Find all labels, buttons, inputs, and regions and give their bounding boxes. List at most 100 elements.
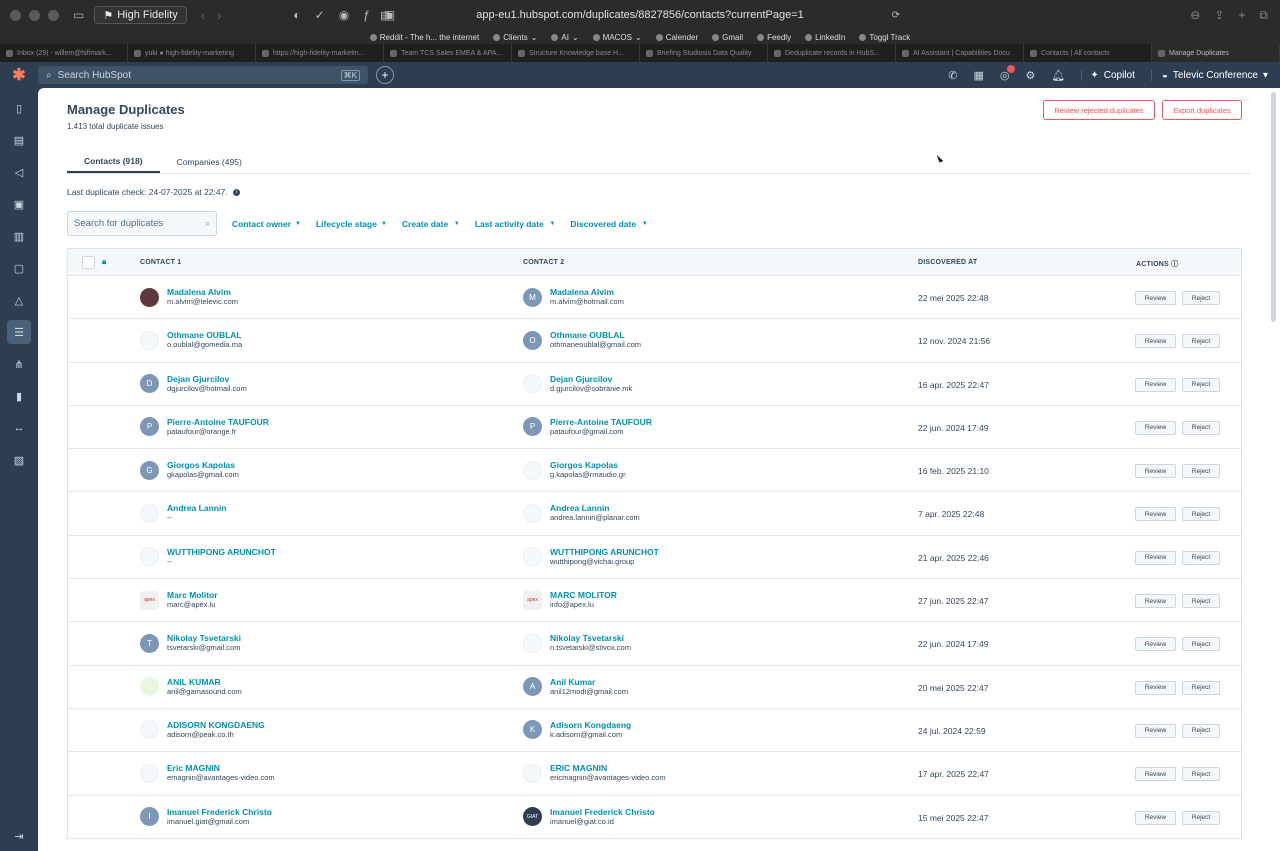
automation-nav-icon[interactable]: △ [7,288,31,312]
contact2-name-link[interactable]: Imanuel Frederick Christo [550,807,655,817]
review-button[interactable]: Review [1135,334,1176,349]
info-icon[interactable]: ⓘ [1171,261,1178,268]
tab-overview-icon[interactable]: ⧉ [1259,8,1268,23]
reject-button[interactable]: Reject [1182,334,1220,349]
review-button[interactable]: Review [1135,507,1176,522]
contact1-name-link[interactable]: Othmane OUBLAL [167,330,242,340]
contact2-name-link[interactable]: MARC MOLITOR [550,590,617,600]
contact2-name-link[interactable]: Madalena Alvim [550,287,624,297]
contact1-name-link[interactable]: Madalena Alvim [167,287,238,297]
contact1-name-link[interactable]: Dejan Gjurcilov [167,374,247,384]
review-rejected-button[interactable]: Review rejected duplicates [1043,100,1155,120]
bookmark-item[interactable]: Reddit - The h... the internet [369,33,479,42]
contact2-name-link[interactable]: Othmane OUBLAL [550,330,641,340]
scrollbar[interactable] [1271,92,1276,322]
settings-icon[interactable]: ⚙ [1026,69,1036,82]
browser-tab[interactable]: Contacts | All contacts [1024,44,1152,62]
bookmark-item[interactable]: LinkedIn [805,33,845,42]
review-button[interactable]: Review [1135,464,1176,479]
page-settings-icon[interactable]: ▤ [380,9,390,22]
browser-tab[interactable]: Team TCS Sales EMEA & APA... [384,44,512,62]
browser-tab[interactable]: https://high-fidelity-marketin... [256,44,384,62]
check-icon[interactable]: ✓ [315,8,325,22]
reject-button[interactable]: Reject [1182,507,1220,522]
contact2-name-link[interactable]: Adisorn Kongdaeng [550,720,631,730]
reject-button[interactable]: Reject [1182,291,1220,305]
library-nav-icon[interactable]: ▧ [7,448,31,472]
review-button[interactable]: Review [1135,637,1176,652]
reject-button[interactable]: Reject [1182,594,1220,609]
review-button[interactable]: Review [1135,377,1176,392]
address-bar[interactable]: ▤ app-eu1.hubspot.com/duplicates/8827856… [380,6,900,24]
nav-arrows[interactable]: ‹› [201,8,234,23]
contact1-name-link[interactable]: ANIL KUMAR [167,677,242,687]
review-button[interactable]: Review [1135,723,1176,738]
contact1-name-link[interactable]: WUTTHIPONG ARUNCHOT [167,547,276,557]
contact1-name-link[interactable]: Eric MAGNIN [167,763,275,773]
bookmark-item[interactable]: Gmail [712,33,743,42]
content-nav-icon[interactable]: ▣ [7,192,31,216]
review-button[interactable]: Review [1135,680,1176,695]
browser-tab-active[interactable]: Manage Duplicates [1152,44,1280,62]
info-icon[interactable]: i [232,188,240,196]
bookmark-item[interactable]: MACOS ⌄ [592,33,642,42]
filter-lifecycle-stage[interactable]: Lifecycle stage ▼ [316,219,387,229]
shield-icon[interactable]: ◐ [293,8,300,22]
reject-button[interactable]: Reject [1182,420,1220,435]
filter-create-date[interactable]: Create date ▼ [402,219,460,229]
reject-button[interactable]: Reject [1182,377,1220,392]
header-discovered[interactable]: DISCOVERED AT [918,259,977,266]
share-icon[interactable]: ⇪ [1214,8,1224,23]
contact1-name-link[interactable]: Andrea Lannin [167,503,227,513]
browser-tab[interactable]: Inbox (29) - willem@hifimark... [0,44,128,62]
reject-button[interactable]: Reject [1182,464,1220,479]
contact1-name-link[interactable]: ADISORN KONGDAENG [167,720,265,730]
header-contact1[interactable]: CONTACT 1 [140,259,181,266]
bookmark-item[interactable]: Feedly [757,33,791,42]
new-tab-icon[interactable]: + [1238,8,1245,23]
browser-tab[interactable]: Structure Knowledge base H... [512,44,640,62]
browser-tab[interactable]: AI Assistant | Capabilities Docu [896,44,1024,62]
contact2-name-link[interactable]: Pierre-Antoine TAUFOUR [550,417,652,427]
contact2-name-link[interactable]: Andrea Lannin [550,503,640,513]
url-text[interactable]: app-eu1.hubspot.com/duplicates/8827856/c… [476,9,803,21]
global-search-input[interactable]: ⌕ Search HubSpot ⌘K [38,66,368,84]
notifications-icon[interactable]: 🔔︎ [1051,69,1065,82]
reject-button[interactable]: Reject [1182,550,1220,565]
bookmarks-nav-icon[interactable]: ▯ [7,96,31,120]
reject-button[interactable]: Reject [1182,810,1220,825]
data-management-nav-icon[interactable]: ☰ [7,320,31,344]
function-icon[interactable]: ƒ [363,8,370,22]
reject-button[interactable]: Reject [1182,767,1220,782]
upgrade-icon[interactable]: ◎ [1000,64,1015,82]
bookmark-item[interactable]: AI ⌄ [551,33,579,42]
contact1-name-link[interactable]: Imanuel Frederick Christo [167,807,272,817]
review-button[interactable]: Review [1135,594,1176,609]
contact2-name-link[interactable]: Anil Kumar [550,677,628,687]
contacts-nav-icon[interactable]: ▤ [7,128,31,152]
network-nav-icon[interactable]: ⋔ [7,352,31,376]
bookmark-item[interactable]: Calender [655,33,698,42]
profile-pill[interactable]: ⚑ High Fidelity [94,6,187,24]
header-contact2[interactable]: CONTACT 2 [523,259,564,266]
reload-icon[interactable]: ⟳ [892,10,900,21]
expand-rail-icon[interactable]: ⇥ [14,830,23,843]
marketing-nav-icon[interactable]: ◁ [7,160,31,184]
window-controls[interactable] [10,9,59,21]
contact2-name-link[interactable]: Giorgos Kapolas [550,460,626,470]
contact2-name-link[interactable]: WUTTHIPONG ARUNCHOT [550,547,659,557]
contact1-name-link[interactable]: Giorgos Kapolas [167,460,239,470]
reject-button[interactable]: Reject [1182,637,1220,652]
tab-companies[interactable]: Companies (495) [160,150,259,174]
review-button[interactable]: Review [1135,550,1176,565]
review-button[interactable]: Review [1135,291,1176,305]
reject-button[interactable]: Reject [1182,723,1220,738]
filter-discovered-date[interactable]: Discovered date ▼ [570,219,647,229]
contact2-name-link[interactable]: ERIC MAGNIN [550,763,666,773]
tab-contacts[interactable]: Contacts (918) [67,150,160,174]
export-duplicates-button[interactable]: Export duplicates [1162,100,1242,120]
hubspot-logo-icon[interactable]: ✱ [0,65,38,85]
sidebar-icon[interactable]: ▭ [73,8,84,22]
browser-tab[interactable]: Deduplicate records in HubS... [768,44,896,62]
account-menu[interactable]: ◒ Televic Conference ▾ [1150,69,1268,81]
